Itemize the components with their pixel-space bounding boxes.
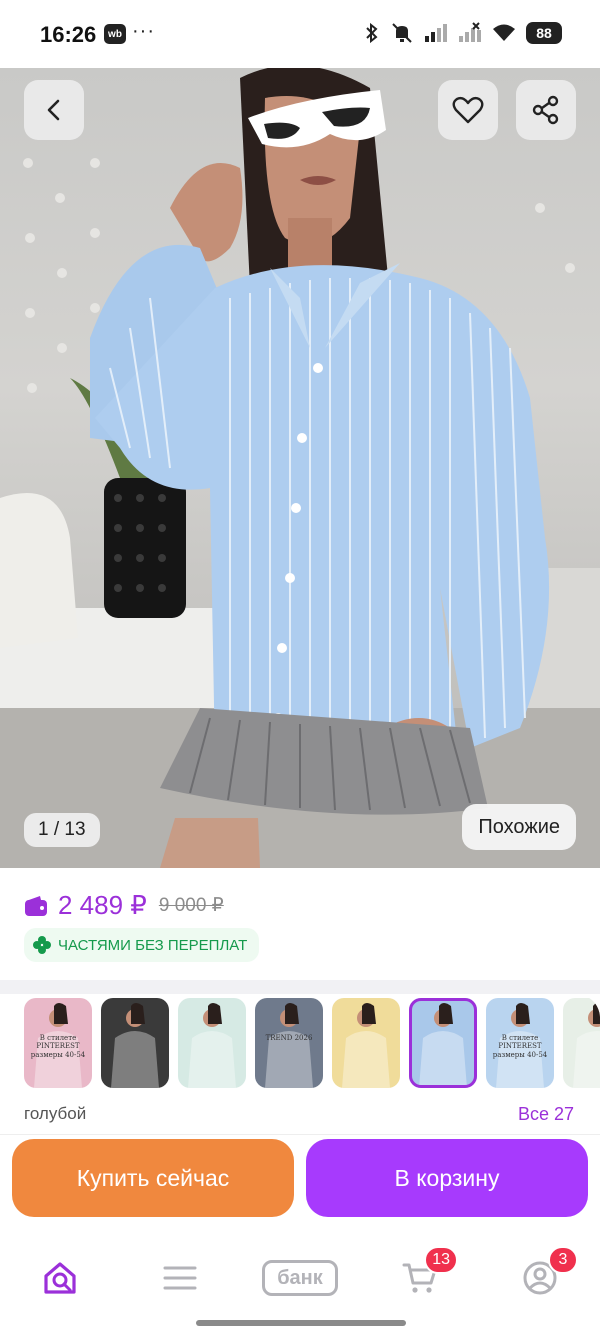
price-card: 2 489 ₽ 9 000 ₽ ЧАСТЯМИ БЕЗ ПЕРЕПЛАТ xyxy=(0,868,600,980)
price-row: 2 489 ₽ 9 000 ₽ xyxy=(24,890,224,921)
installment-label: ЧАСТЯМИ БЕЗ ПЕРЕПЛАТ xyxy=(58,936,248,954)
gallery-counter: 1 / 13 xyxy=(24,813,100,847)
thumbnail-caption: В стилете PINTEREST размеры 40-54 xyxy=(492,1034,548,1059)
similar-button[interactable]: Похожие xyxy=(462,804,576,850)
model-figure xyxy=(342,1003,390,1088)
wallet-icon xyxy=(25,895,47,916)
variant-thumbnails: В стилете PINTEREST размеры 40-54 TREND 2… xyxy=(24,998,600,1088)
cart-badge: 13 xyxy=(424,1246,458,1274)
model-figure xyxy=(265,1003,313,1088)
variant-thumbnail[interactable] xyxy=(563,998,600,1088)
variant-thumbnail[interactable]: В стилете PINTEREST размеры 40-54 xyxy=(486,998,554,1088)
status-bar: 16:26 wb ··· 88 xyxy=(0,0,600,68)
heart-icon xyxy=(452,96,484,124)
current-price: 2 489 ₽ xyxy=(58,890,147,920)
status-time: 16:26 xyxy=(40,22,97,47)
buy-now-button[interactable]: Купить сейчас xyxy=(12,1139,294,1217)
clover-icon xyxy=(33,936,51,954)
model-figure xyxy=(111,1003,159,1088)
share-icon xyxy=(532,95,559,125)
model-figure xyxy=(419,1003,467,1088)
profile-badge: 3 xyxy=(548,1246,578,1274)
variant-thumbnail[interactable] xyxy=(332,998,400,1088)
product-gallery[interactable]: 1 / 13 Похожие xyxy=(0,68,600,868)
menu-icon xyxy=(163,1266,197,1290)
chevron-left-icon xyxy=(47,99,60,121)
signal-crossed-icon xyxy=(459,22,481,42)
battery-icon: 88 xyxy=(526,22,562,44)
home-search-icon xyxy=(44,1262,76,1294)
model-figure xyxy=(188,1003,236,1088)
status-icons: 88 xyxy=(364,22,562,44)
app-badge: wb xyxy=(104,24,126,44)
bluetooth-icon xyxy=(366,22,378,44)
nav-catalog[interactable] xyxy=(150,1248,210,1308)
mute-icon xyxy=(392,23,412,43)
back-button[interactable] xyxy=(24,80,84,140)
nav-home[interactable] xyxy=(30,1248,90,1308)
thumbnail-caption: В стилете PINTEREST размеры 40-54 xyxy=(30,1034,86,1059)
thumbnail-caption: TREND 2026 xyxy=(265,1034,313,1042)
section-divider xyxy=(0,980,600,994)
favorite-button[interactable] xyxy=(438,80,498,140)
add-to-cart-button[interactable]: В корзину xyxy=(306,1139,588,1217)
home-indicator[interactable] xyxy=(196,1320,406,1326)
signal-icon xyxy=(425,24,447,42)
selected-color-name: голубой xyxy=(24,1104,87,1123)
variant-thumbnail[interactable] xyxy=(178,998,246,1088)
product-photo xyxy=(0,68,600,868)
nav-profile[interactable]: 3 xyxy=(510,1246,578,1308)
share-button[interactable] xyxy=(516,80,576,140)
variant-thumbnail[interactable]: В стилете PINTEREST размеры 40-54 xyxy=(24,998,92,1088)
variant-thumbnail[interactable] xyxy=(409,998,477,1088)
bank-logo: банк xyxy=(262,1260,338,1296)
action-bar: Купить сейчас В корзину xyxy=(0,1134,600,1230)
variant-thumbnail[interactable]: TREND 2026 xyxy=(255,998,323,1088)
model-figure xyxy=(573,1003,600,1088)
status-overflow: ··· xyxy=(132,20,155,42)
all-variants-link[interactable]: Все 27 xyxy=(518,1104,574,1125)
variant-thumbnail[interactable] xyxy=(101,998,169,1088)
installment-badge[interactable]: ЧАСТЯМИ БЕЗ ПЕРЕПЛАТ xyxy=(24,928,260,962)
nav-bank[interactable]: банк xyxy=(258,1248,342,1308)
nav-cart[interactable]: 13 xyxy=(390,1246,458,1308)
old-price: 9 000 ₽ xyxy=(158,895,224,916)
color-variants: В стилете PINTEREST размеры 40-54 TREND 2… xyxy=(0,994,600,1134)
wifi-icon xyxy=(493,24,515,41)
bottom-navigation: банк 13 3 xyxy=(0,1230,600,1335)
